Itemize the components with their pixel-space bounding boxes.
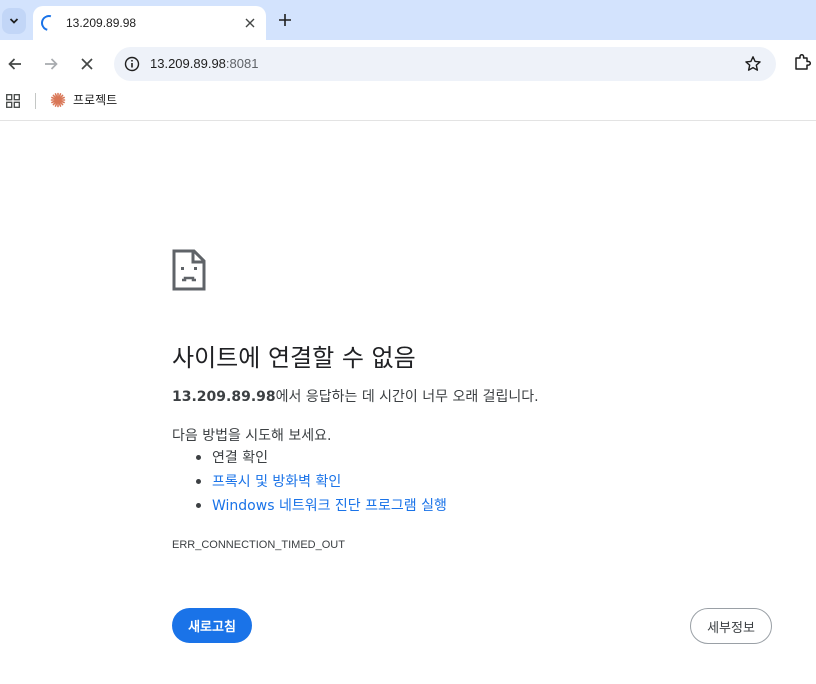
error-page: 사이트에 연결할 수 없음 13.209.89.98에서 응답하는 데 시간이 …	[0, 122, 816, 684]
loading-spinner-icon	[38, 12, 60, 34]
forward-arrow-icon	[45, 58, 58, 70]
stop-loading-button[interactable]	[76, 53, 98, 75]
tab-strip: 13.209.89.98	[0, 0, 816, 40]
suggestions-intro: 다음 방법을 시도해 보세요.	[172, 428, 332, 444]
forward-button[interactable]	[40, 53, 62, 75]
url-text[interactable]: 13.209.89.98:8081	[150, 56, 258, 71]
error-description: 13.209.89.98에서 응답하는 데 시간이 너무 오래 걸립니다.	[172, 386, 539, 406]
tab-search-icon	[9, 18, 19, 24]
suggestions-list: 연결 확인 프록시 및 방화벽 확인 Windows 네트워크 진단 프로그램 …	[196, 448, 447, 520]
site-info-button[interactable]	[122, 54, 142, 74]
stop-icon	[81, 58, 93, 70]
details-button[interactable]: 세부정보	[690, 608, 772, 644]
browser-toolbar: 13.209.89.98:8081	[0, 40, 816, 88]
suggestion-run-network-diagnostics[interactable]: Windows 네트워크 진단 프로그램 실행	[196, 496, 447, 520]
address-bar[interactable]: 13.209.89.98:8081	[114, 47, 776, 81]
info-icon	[124, 56, 140, 72]
extensions-icon[interactable]	[793, 52, 813, 72]
url-port: :8081	[225, 56, 259, 71]
error-message: 에서 응답하는 데 시간이 너무 오래 걸립니다.	[275, 389, 539, 405]
bookmarks-separator	[35, 93, 36, 109]
claude-logo-icon	[50, 92, 66, 107]
close-icon	[245, 18, 255, 28]
star-icon[interactable]	[744, 55, 762, 73]
back-arrow-icon	[8, 58, 21, 70]
reload-button[interactable]: 새로고침	[172, 608, 252, 643]
browser-tab[interactable]: 13.209.89.98	[33, 6, 266, 40]
bullet-icon	[196, 503, 201, 508]
bullet-icon	[196, 455, 201, 460]
url-host: 13.209.89.98	[150, 56, 226, 71]
apps-grid-icon[interactable]	[6, 94, 20, 108]
tab-title: 13.209.89.98	[66, 16, 137, 30]
error-code: ERR_CONNECTION_TIMED_OUT	[172, 539, 345, 551]
sad-page-icon	[172, 249, 206, 291]
tab-search-button[interactable]	[2, 8, 26, 34]
bookmarks-bar: 프로젝트	[0, 88, 816, 121]
suggestion-check-proxy-firewall[interactable]: 프록시 및 방화벽 확인	[196, 472, 447, 496]
bookmark-project[interactable]: 프로젝트	[50, 91, 117, 108]
page-title: 사이트에 연결할 수 없음	[172, 344, 416, 372]
bullet-icon	[196, 479, 201, 484]
plus-icon	[279, 14, 291, 26]
suggestion-check-connection: 연결 확인	[196, 448, 447, 472]
error-host: 13.209.89.98	[172, 389, 276, 405]
back-button[interactable]	[4, 53, 26, 75]
tab-close-button[interactable]	[242, 15, 258, 31]
new-tab-button[interactable]	[276, 11, 294, 29]
bookmark-label: 프로젝트	[73, 93, 118, 107]
